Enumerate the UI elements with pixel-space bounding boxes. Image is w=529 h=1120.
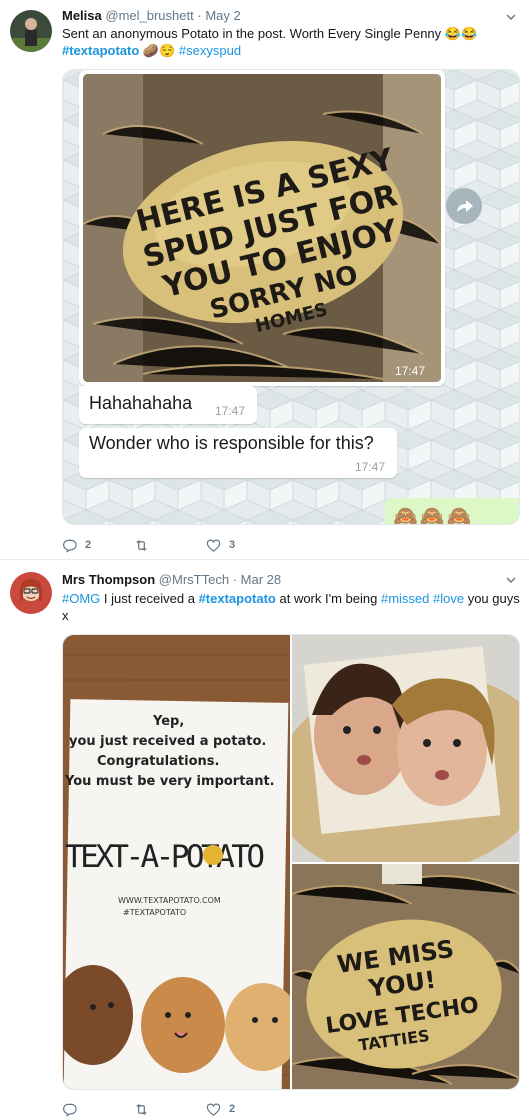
card-hashtag: #TEXTAPOTATO [123,908,186,917]
tweet[interactable]: Mrs Thompson @MrsTTech · Mar 28 #OMG I j… [0,561,529,1120]
separator-dot: · [232,572,238,587]
outgoing-message[interactable]: 🙈🙈🙈 [385,498,519,525]
chat-message[interactable]: Hahahahaha 17:47 [79,386,257,424]
retweet-button[interactable] [134,1102,206,1117]
emoji-row: 🙈🙈🙈 [393,506,474,525]
card-url: WWW.TEXTAPOTATO.COM [118,896,221,905]
card-text: Congratulations. [97,754,219,769]
card-text: Yep, [152,714,184,729]
display-name[interactable]: Mrs Thompson [62,572,155,587]
like-button[interactable]: 2 [206,1102,278,1117]
heart-icon [206,1103,221,1116]
photo-message[interactable]: HERE IS A SEXY SPUD JUST FOR YOU TO ENJO… [79,70,445,386]
tweet-header: Melisa @mel_brushett · May 2 [62,8,241,24]
card-text: you just received a potato. [69,734,266,749]
forward-icon[interactable] [446,188,482,224]
message-timestamp: 17:47 [355,460,386,474]
tweet-actions: 2 [62,1099,278,1119]
tweet-text-line: Sent an anonymous Potato in the post. Wo… [62,26,478,41]
display-name[interactable]: Melisa [62,8,102,23]
tweet-text: #OMG I just received a #textapotato at w… [62,590,520,624]
like-count: 2 [229,1103,236,1115]
hashtag-link[interactable]: #textapotato [199,591,276,606]
card-text: You must be very important. [64,774,275,789]
user-handle[interactable]: @MrsTTech [159,572,229,587]
tweet[interactable]: Melisa @mel_brushett · May 2 Sent an ano… [0,0,529,560]
message-timestamp: 17:47 [215,404,246,418]
tweet-date[interactable]: May 2 [205,8,240,23]
message-text: Wonder who is responsible for this? [89,433,374,453]
tweet-media[interactable]: HERE IS A SEXY SPUD JUST FOR YOU TO ENJO… [62,69,520,525]
potato-photo: HERE IS A SEXY SPUD JUST FOR YOU TO ENJO… [83,74,441,382]
hashtag-link[interactable]: #missed [381,591,429,606]
tweet-date[interactable]: Mar 28 [241,572,281,587]
tweet-header: Mrs Thompson @MrsTTech · Mar 28 [62,572,281,588]
heart-icon [206,539,221,552]
tweet-actions: 2 3 [62,535,278,555]
like-button[interactable]: 3 [206,538,278,553]
hashtag-link[interactable]: #textapotato [62,43,139,58]
reply-count: 2 [85,539,92,551]
like-count: 3 [229,539,236,551]
chevron-down-icon[interactable] [505,574,517,586]
reply-button[interactable]: 2 [62,538,134,553]
message-text: Hahahahaha [89,393,193,413]
hashtag-link[interactable]: #sexyspud [179,43,241,58]
photo-timestamp: 17:47 [395,364,425,378]
user-handle[interactable]: @mel_brushett [105,8,193,23]
chat-message[interactable]: Wonder who is responsible for this? 17:4… [79,428,397,478]
media-photo-selfie[interactable] [292,635,519,862]
tweet-tags-line: #textapotato 🥔😌 #sexyspud [62,42,520,59]
retweet-icon [136,539,147,551]
card-brand: TEXT-A-POTATO [65,839,265,875]
avatar[interactable] [10,572,52,614]
chevron-down-icon[interactable] [505,11,517,23]
media-photo-potato[interactable]: WE MISS YOU! LOVE TECHO TATTIES [292,864,519,1089]
retweet-icon [136,1103,147,1115]
tweet-text-segment: I just received a [100,591,199,606]
media-photo-card[interactable]: Yep, you just received a potato. Congrat… [63,635,290,1089]
emoji: 🥔😌 [142,43,176,58]
separator-dot: · [197,8,202,23]
hashtag-link[interactable]: #love [433,591,464,606]
reply-icon [63,1103,77,1117]
tweet-media-grid: Yep, you just received a potato. Congrat… [62,634,520,1090]
retweet-button[interactable] [134,538,206,553]
reply-button[interactable] [62,1102,134,1117]
avatar[interactable] [10,10,52,52]
tweet-text-segment: at work I'm being [275,591,381,606]
reply-icon [63,539,77,553]
tweet-text: Sent an anonymous Potato in the post. Wo… [62,25,520,59]
hashtag-link[interactable]: #OMG [62,591,100,606]
